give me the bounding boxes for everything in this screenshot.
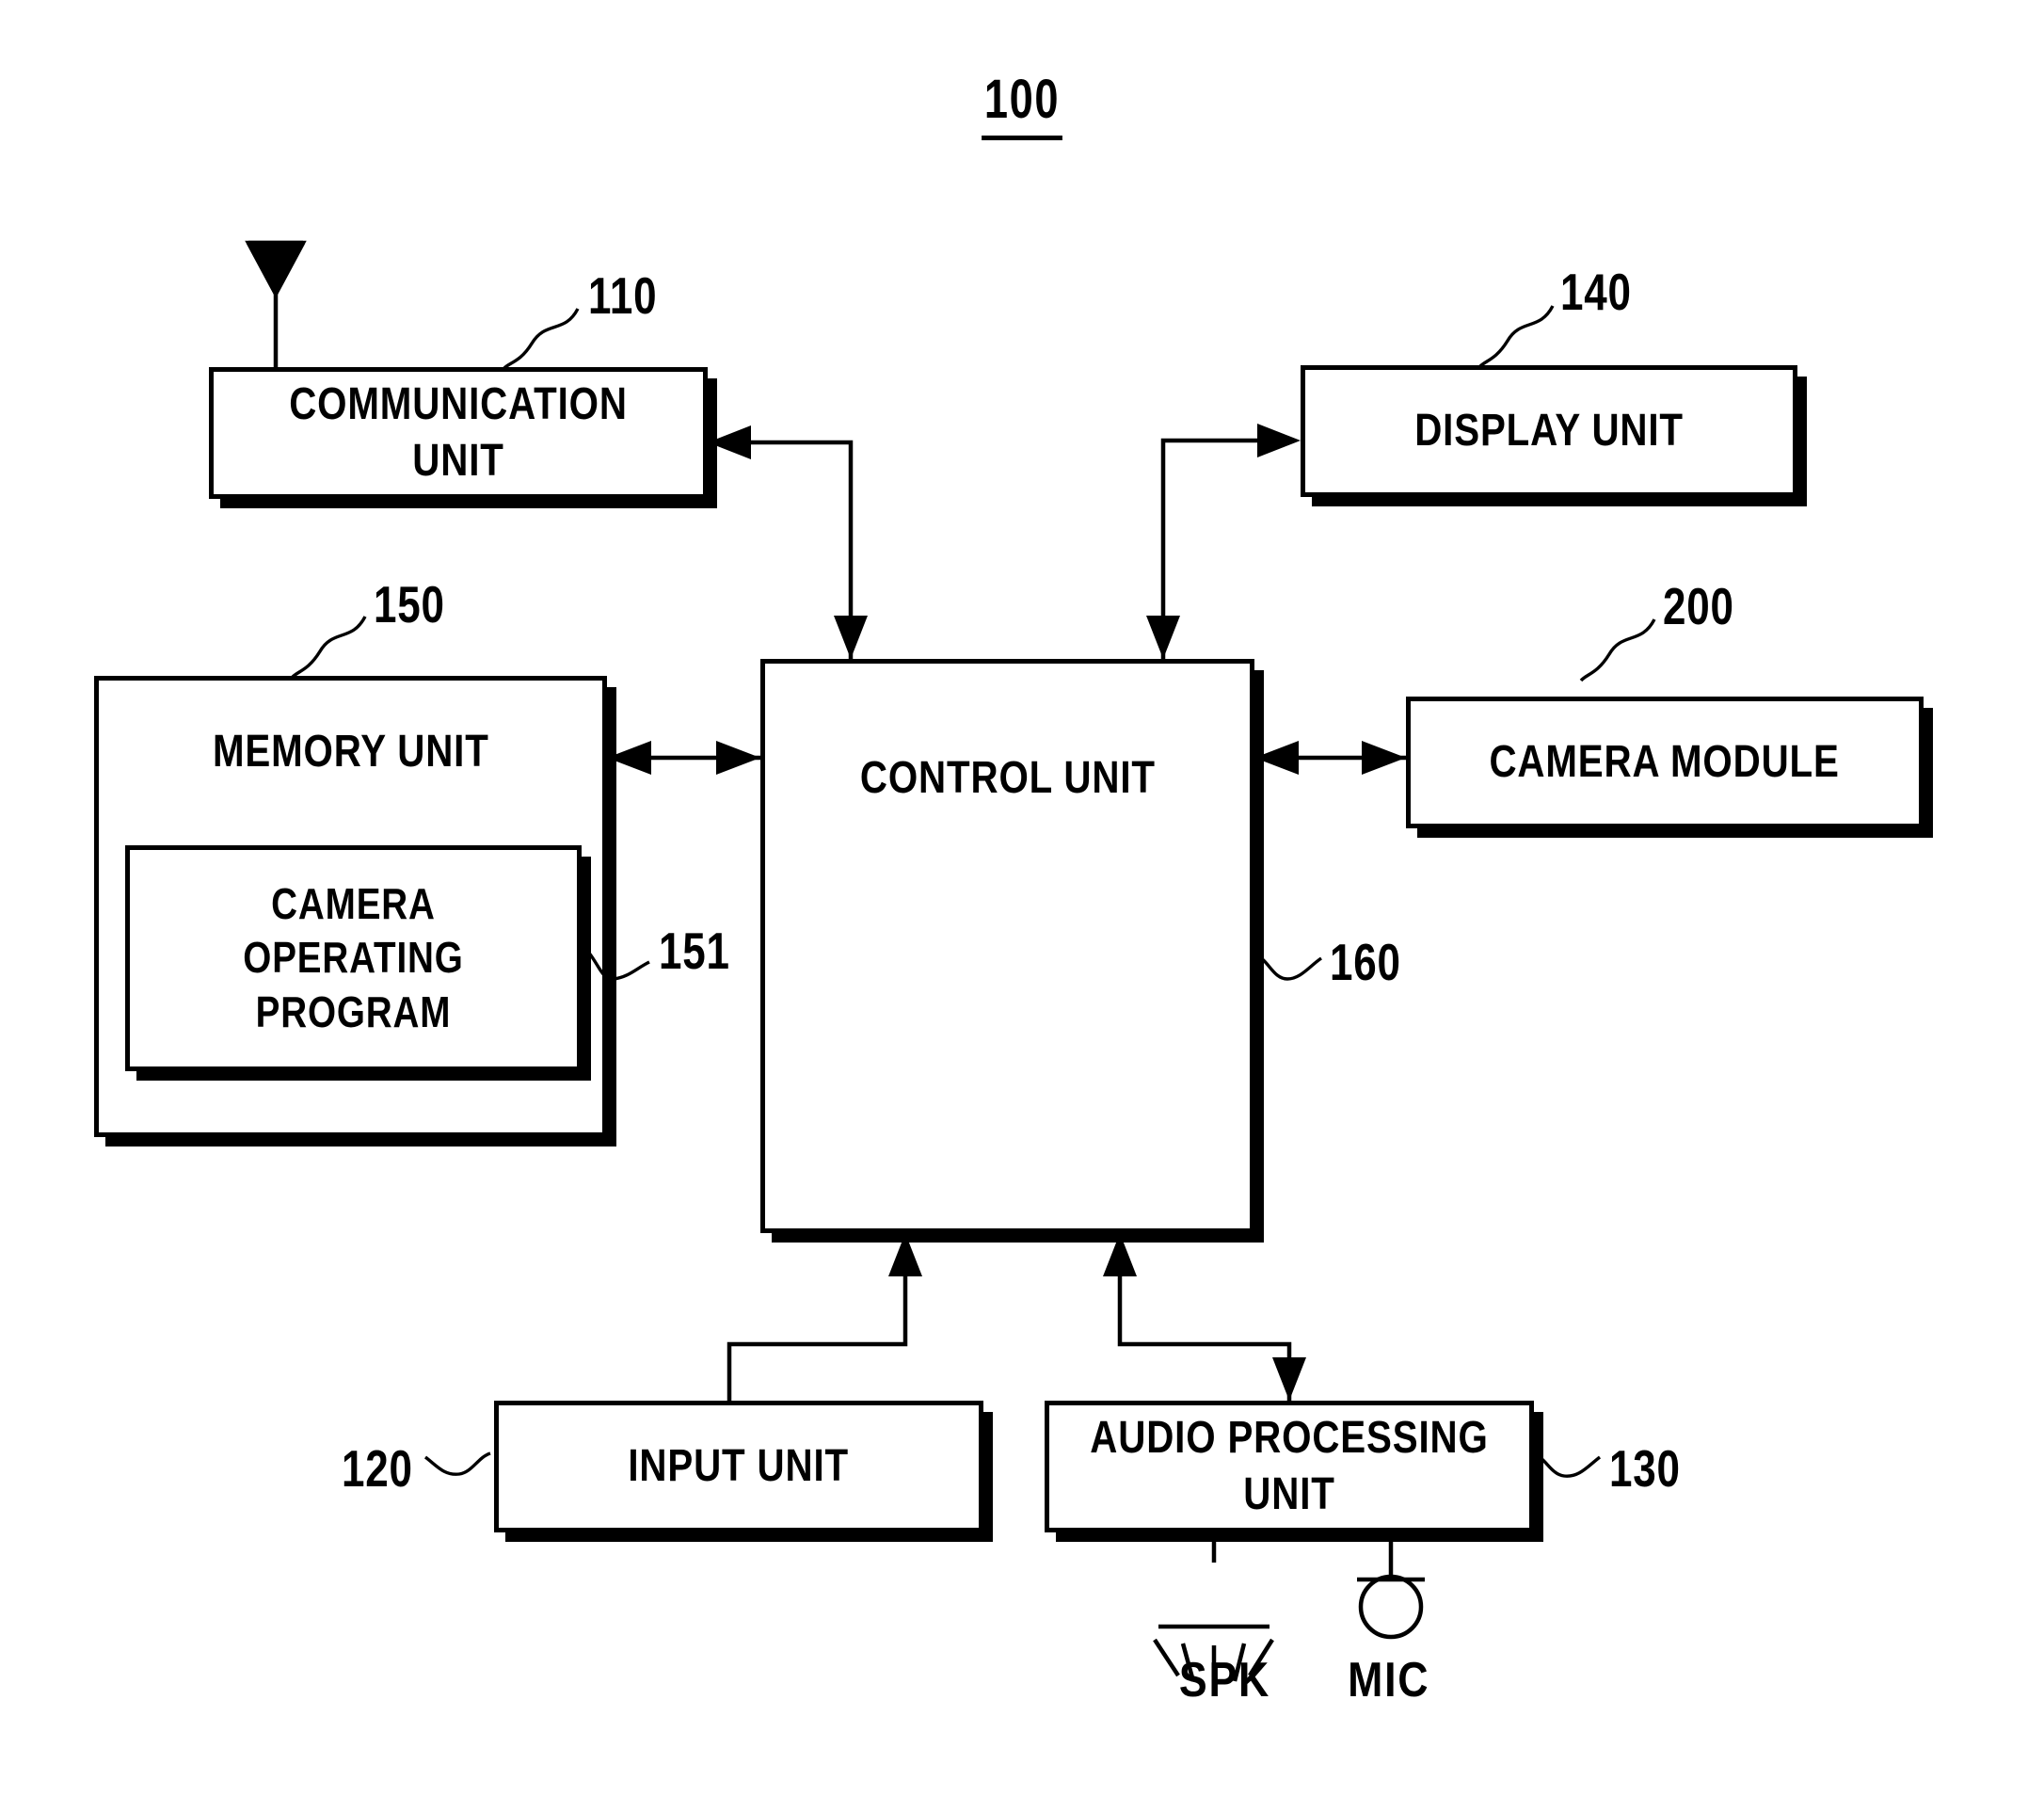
figure-number-text: 100 bbox=[981, 69, 1063, 140]
ref-150: 150 bbox=[374, 575, 445, 633]
ref-120: 120 bbox=[342, 1439, 413, 1498]
figure-canvas: 100 COMMUNICATION UNIT DISPLAY UNIT MEMO… bbox=[0, 0, 2044, 1812]
microphone-icon bbox=[1357, 1532, 1425, 1640]
block-label-camera-module: CAMERA MODULE bbox=[1489, 737, 1841, 787]
block-communication-unit[interactable]: COMMUNICATION UNIT bbox=[209, 367, 708, 499]
block-label-display-unit: DISPLAY UNIT bbox=[1414, 406, 1684, 456]
block-label-camera-operating-program: CAMERA OPERATING PROGRAM bbox=[243, 878, 464, 1036]
block-label-control-unit: CONTROL UNIT bbox=[859, 753, 1156, 803]
block-label-communication-unit: COMMUNICATION UNIT bbox=[289, 379, 628, 486]
connector-input-to-control bbox=[727, 1233, 922, 1401]
leader-160 bbox=[1255, 954, 1322, 981]
ref-110: 110 bbox=[588, 266, 658, 325]
block-label-audio-processing-unit: AUDIO PROCESSING UNIT bbox=[1090, 1413, 1489, 1519]
leader-140 bbox=[1477, 305, 1555, 369]
leader-150 bbox=[290, 616, 367, 680]
block-control-unit[interactable]: CONTROL UNIT bbox=[760, 659, 1254, 1233]
block-label-input-unit: INPUT UNIT bbox=[628, 1441, 850, 1491]
figure-number: 100 bbox=[225, 68, 1819, 140]
ref-200: 200 bbox=[1663, 577, 1734, 635]
antenna-icon bbox=[245, 240, 307, 367]
leader-200 bbox=[1579, 618, 1656, 682]
connector-control-to-display bbox=[1146, 424, 1301, 659]
connector-control-audio bbox=[1103, 1233, 1306, 1401]
block-display-unit[interactable]: DISPLAY UNIT bbox=[1301, 365, 1797, 497]
leader-110 bbox=[502, 308, 580, 371]
block-label-memory-unit: MEMORY UNIT bbox=[212, 727, 489, 777]
connector-control-to-communication bbox=[708, 425, 868, 659]
ref-160: 160 bbox=[1330, 933, 1401, 991]
speaker-label: SPK bbox=[1178, 1653, 1271, 1708]
microphone-label: MIC bbox=[1348, 1653, 1430, 1708]
connector-control-camera bbox=[1254, 741, 1406, 775]
block-camera-module[interactable]: CAMERA MODULE bbox=[1406, 697, 1924, 828]
block-input-unit[interactable]: INPUT UNIT bbox=[494, 1401, 983, 1532]
leader-120 bbox=[423, 1451, 491, 1476]
block-audio-processing-unit[interactable]: AUDIO PROCESSING UNIT bbox=[1045, 1401, 1534, 1532]
connector-memory-control bbox=[607, 741, 760, 775]
ref-151: 151 bbox=[659, 922, 730, 980]
leader-130 bbox=[1535, 1453, 1602, 1478]
ref-140: 140 bbox=[1560, 263, 1632, 321]
ref-130: 130 bbox=[1609, 1439, 1681, 1498]
block-camera-operating-program[interactable]: CAMERA OPERATING PROGRAM bbox=[125, 845, 582, 1071]
